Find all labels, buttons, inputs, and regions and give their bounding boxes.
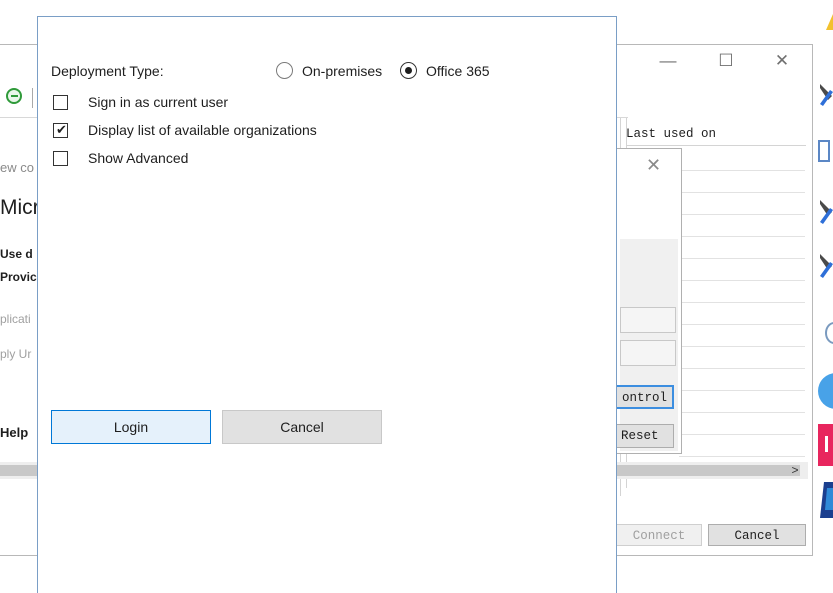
yellow-app-icon[interactable] [826,14,833,30]
help-button[interactable]: Help [0,425,28,440]
close-window-button[interactable]: ✕ [768,49,796,73]
show-advanced-label[interactable]: Show Advanced [88,150,188,166]
display-orgs-label[interactable]: Display list of available organizations [88,122,317,138]
checkmark-icon: ✔ [56,122,67,137]
table-row[interactable] [679,368,805,369]
table-row[interactable] [679,324,805,325]
table-row[interactable] [679,390,805,391]
reset-button[interactable]: Reset [614,424,674,448]
toolbar-divider [32,88,33,108]
sign-in-current-user-checkbox[interactable] [53,95,68,110]
document-icon[interactable] [818,140,830,162]
inner-text-field[interactable] [620,307,676,333]
radio-selected-dot [405,67,412,74]
dialog-fragment-label: ply Ur [0,347,32,361]
control-button[interactable]: ontrol [614,385,674,409]
radio-on-premises[interactable] [276,62,293,79]
dialog-fragment-title: ew co [0,160,34,175]
table-row[interactable] [679,258,805,259]
table-row[interactable] [679,434,805,435]
inner-close-icon[interactable]: ✕ [646,155,661,176]
minimize-button[interactable]: — [654,49,682,73]
deployment-type-label: Deployment Type: [51,63,164,79]
table-row[interactable] [679,412,805,413]
globe-icon[interactable] [825,322,833,344]
display-orgs-checkbox[interactable]: ✔ [53,123,68,138]
tool-icon[interactable] [818,196,833,226]
refresh-icon[interactable] [6,88,22,104]
table-row[interactable] [679,236,805,237]
dialog-fragment-option: Use d [0,247,33,261]
inner-text-field[interactable] [620,340,676,366]
dialog-fragment-option: Provic [0,270,37,284]
table-row[interactable] [679,170,805,171]
pink-app-icon[interactable] [818,424,833,466]
table-row[interactable] [679,346,805,347]
login-button[interactable]: Login [51,410,211,444]
table-row[interactable] [679,192,805,193]
scroll-right-icon[interactable]: > [786,460,804,480]
radio-office-365[interactable] [400,62,417,79]
tool-icon[interactable] [818,250,833,280]
cancel-button[interactable]: Cancel [222,410,382,444]
show-advanced-checkbox[interactable] [53,151,68,166]
office-365-label[interactable]: Office 365 [426,63,490,79]
cancel-connection-button[interactable]: Cancel [708,524,806,546]
maximize-button[interactable]: ☐ [712,49,740,73]
tool-icon[interactable] [818,80,833,108]
twitter-icon[interactable] [818,373,833,409]
sign-in-current-user-label[interactable]: Sign in as current user [88,94,228,110]
grid-header-divider [626,145,806,146]
table-row[interactable] [679,302,805,303]
paypal-icon[interactable] [818,480,833,520]
grid-header-last-used[interactable]: Last used on [626,127,716,141]
dialog-fragment-label: plicati [0,312,31,326]
connect-button[interactable]: Connect [616,524,702,546]
table-row[interactable] [679,280,805,281]
table-row[interactable] [679,456,805,457]
on-premises-label[interactable]: On-premises [302,63,382,79]
dialog-fragment-heading: Micr [0,196,40,219]
table-row[interactable] [679,214,805,215]
